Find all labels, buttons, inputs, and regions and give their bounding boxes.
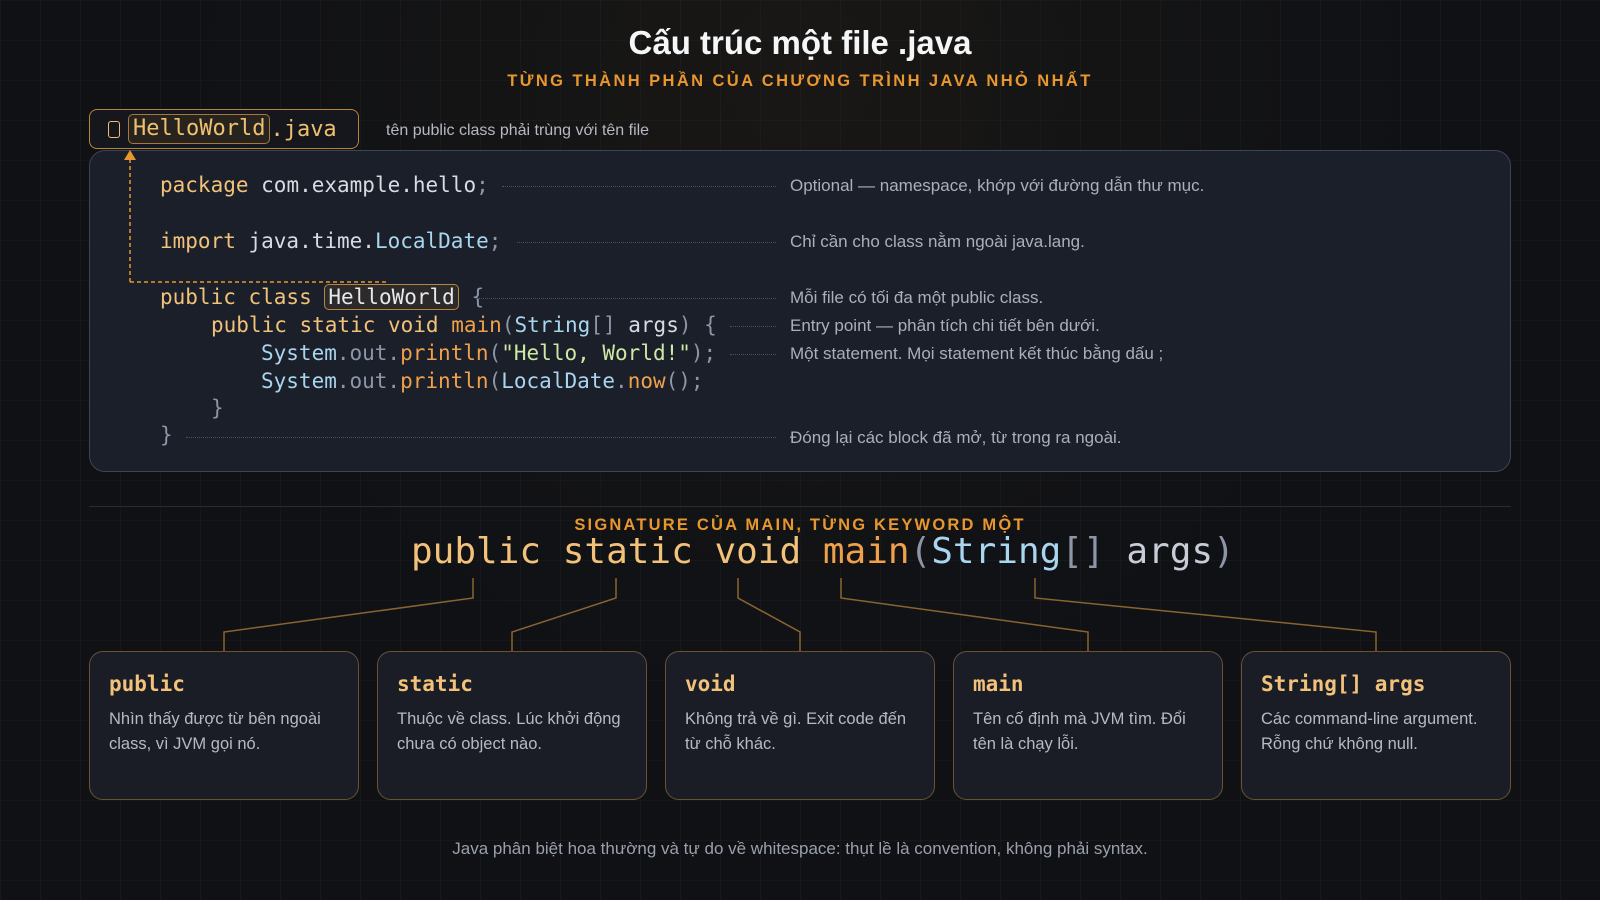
args-name: args [615, 313, 679, 337]
sig-public: public [411, 531, 542, 572]
main-modifiers: public static void [211, 313, 439, 337]
sig-void: void [714, 531, 802, 572]
card-static: static Thuộc về class. Lúc khởi động chư… [377, 651, 647, 800]
paren-open: ( [488, 369, 502, 393]
import-keyword: import [160, 229, 236, 253]
signature-connectors [223, 578, 1377, 651]
localdate-class: LocalDate [501, 369, 616, 393]
out-field: .out. [336, 369, 401, 393]
leader-close [186, 437, 776, 438]
sig-paren-close: ) [1213, 531, 1235, 572]
system-class: System [261, 341, 337, 365]
code-line-import: import java.time.LocalDate; [160, 227, 501, 255]
brace-close: } [211, 396, 224, 420]
dot: . [615, 369, 628, 393]
filename-arrow-icon [124, 150, 136, 160]
code-line-println-hello: System.out.println("Hello, World!"); [261, 339, 716, 367]
string-type: String [514, 313, 591, 337]
note-import: Chỉ cần cho class nằm ngoài java.lang. [790, 232, 1085, 251]
paren-open: ( [501, 313, 515, 337]
sig-brackets: [] [1061, 531, 1105, 572]
card-title: void [685, 672, 736, 696]
println-method: println [400, 341, 489, 365]
system-class: System [261, 369, 337, 393]
sig-static: static [562, 531, 693, 572]
class-keywords: public class [160, 285, 312, 309]
leader-main [730, 326, 776, 327]
class-name: HelloWorld [324, 284, 459, 310]
sig-main: main [822, 531, 910, 572]
section-divider [89, 506, 1511, 507]
out-field: .out. [336, 341, 401, 365]
brace-open: { [471, 285, 485, 309]
leader-package [502, 186, 776, 187]
note-class: Mỗi file có tối đa một public class. [790, 288, 1044, 307]
code-line-close-main: } [211, 394, 224, 422]
card-title: main [973, 672, 1024, 696]
call-close: ); [690, 341, 717, 365]
note-close: Đóng lại các block đã mở, từ trong ra ng… [790, 428, 1122, 447]
paren-close: ) [678, 313, 692, 337]
now-method: now [627, 369, 666, 393]
semicolon: ; [488, 229, 502, 253]
code-line-println-date: System.out.println(LocalDate.now(); [261, 367, 704, 395]
println-method: println [400, 369, 489, 393]
card-void: void Không trả về gì. Exit code đến từ c… [665, 651, 935, 800]
footer-note: Java phân biệt hoa thường và tự do về wh… [452, 839, 1148, 858]
card-title: public [109, 672, 185, 696]
code-line-close-class: } [160, 421, 173, 449]
package-keyword: package [160, 173, 249, 197]
sig-paren-open: ( [909, 531, 932, 572]
card-string-args: String[] args Các command-line argument.… [1241, 651, 1511, 800]
card-title: static [397, 672, 473, 696]
import-path: java.time. [235, 229, 375, 253]
paren-open: ( [488, 341, 502, 365]
card-body: Các command-line argument. Rỗng chứ khôn… [1261, 710, 1478, 753]
code-line-main: public static void main(String[] args) { [211, 311, 717, 339]
leader-class [476, 298, 776, 299]
call-close: (); [665, 369, 704, 393]
brace-open: { [704, 313, 717, 337]
hello-string: "Hello, World!" [501, 341, 691, 365]
sig-string: String [931, 531, 1062, 572]
main-signature: public static void main(String[] args) [411, 530, 1235, 574]
code-line-package: package com.example.hello; [160, 171, 489, 199]
note-main: Entry point — phân tích chi tiết bên dướ… [790, 316, 1100, 335]
semicolon: ; [476, 173, 489, 197]
sig-args: args [1126, 531, 1214, 572]
leader-import [517, 242, 776, 243]
card-title: String[] args [1261, 672, 1426, 696]
card-public: public Nhìn thấy được từ bên ngoài class… [89, 651, 359, 800]
import-type: LocalDate [374, 229, 489, 253]
brace-close: } [160, 423, 173, 447]
card-body: Nhìn thấy được từ bên ngoài class, vì JV… [109, 710, 321, 753]
package-path: com.example.hello [248, 173, 477, 197]
leader-statement [730, 354, 776, 355]
card-body: Không trả về gì. Exit code đến từ chỗ kh… [685, 710, 907, 753]
note-package: Optional — namespace, khớp với đường dẫn… [790, 176, 1205, 195]
code-line-class: public class HelloWorld { [160, 283, 484, 311]
main-name: main [451, 313, 502, 337]
card-body: Thuộc về class. Lúc khởi động chưa có ob… [397, 710, 621, 753]
note-statement: Một statement. Mọi statement kết thúc bằ… [790, 344, 1164, 363]
card-body: Tên cố định mà JVM tìm. Đổi tên là chạy … [973, 710, 1186, 753]
array-brackets: [] [590, 313, 616, 337]
card-main: main Tên cố định mà JVM tìm. Đổi tên là … [953, 651, 1223, 800]
